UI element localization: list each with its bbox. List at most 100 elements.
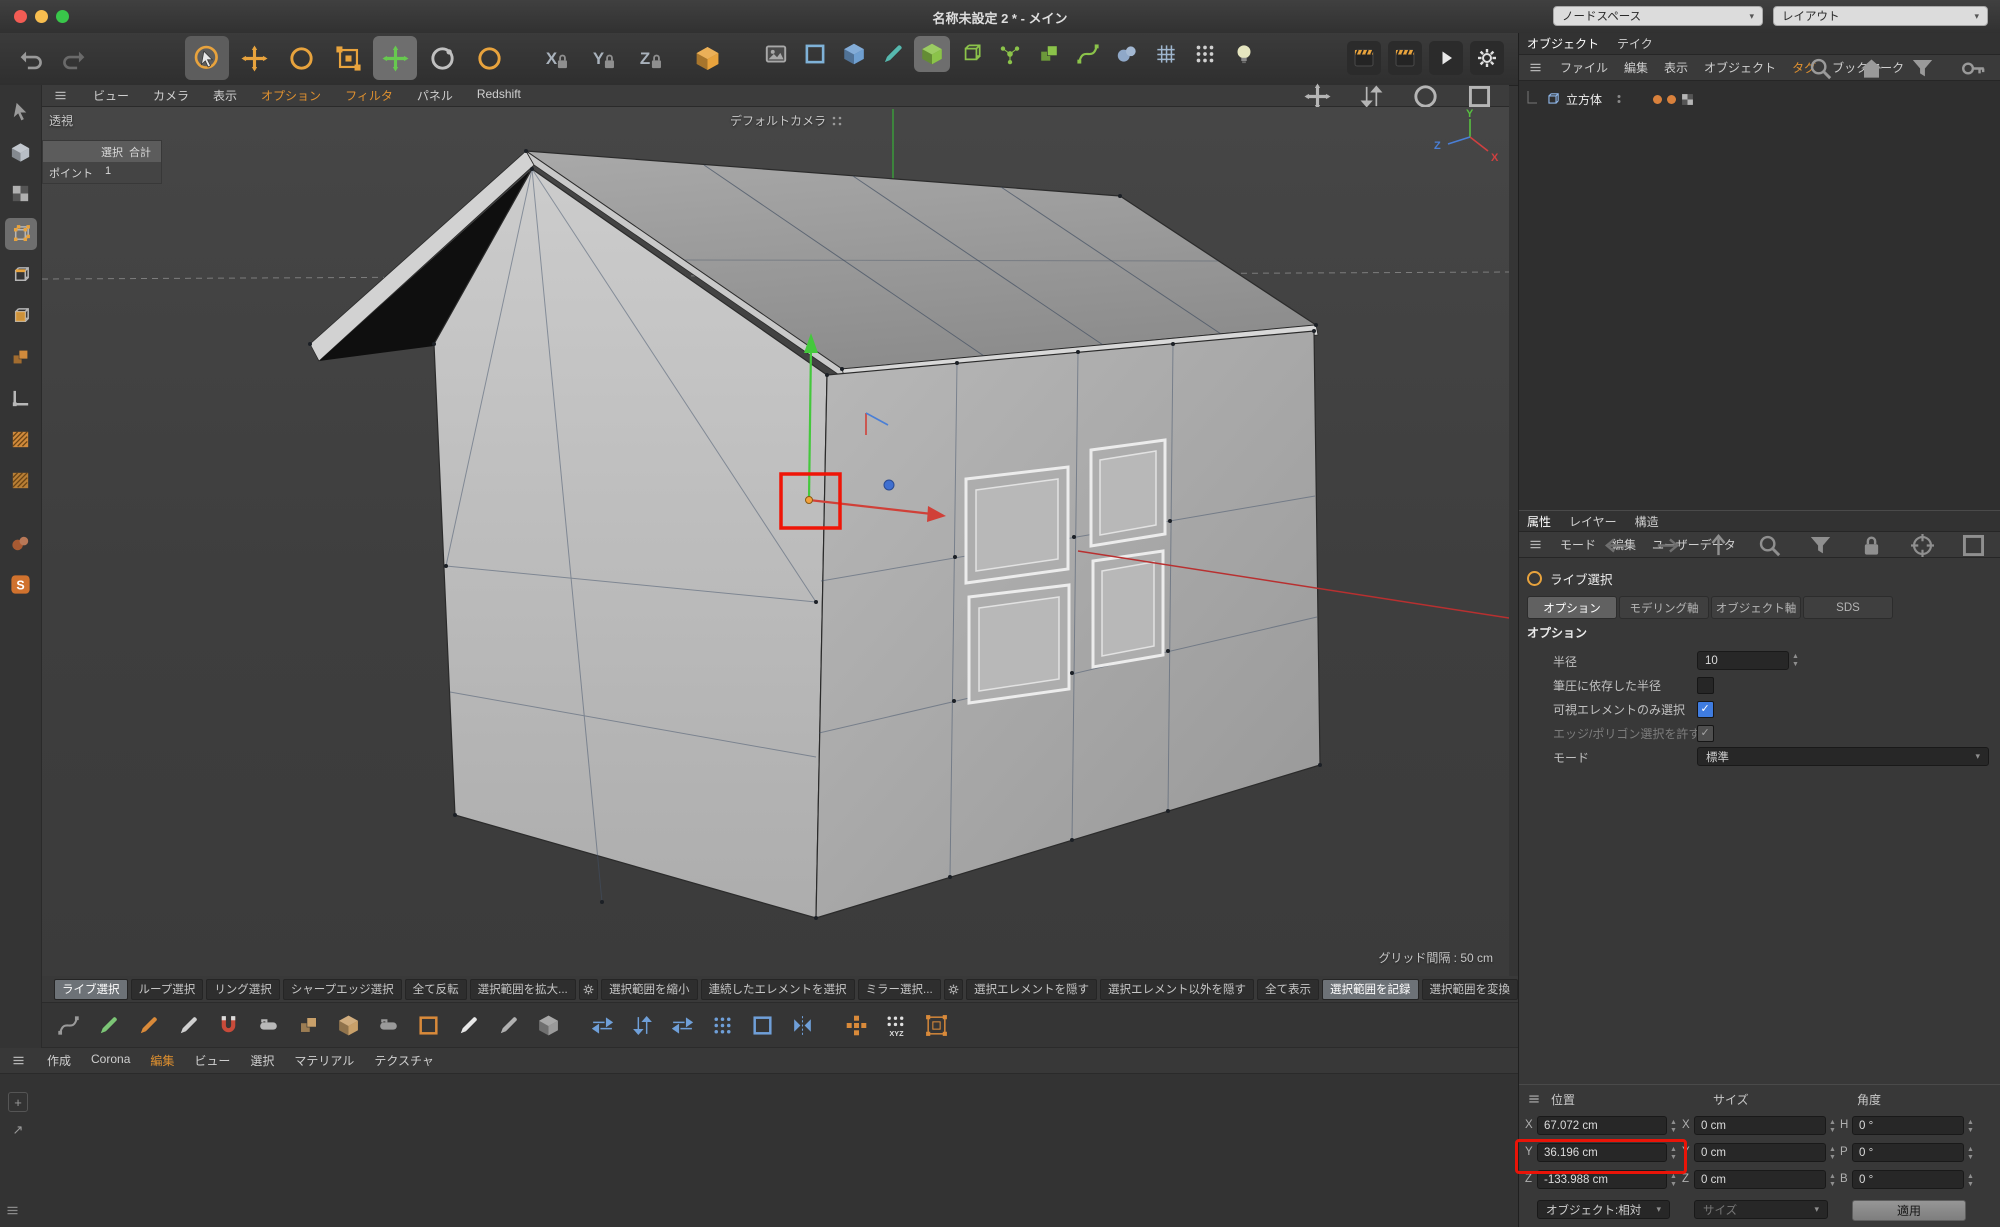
tab-options[interactable]: オプション [1527,596,1617,619]
menu-panel[interactable]: パネル [417,87,453,104]
live-selection-tool[interactable] [185,36,229,80]
om-view[interactable]: 表示 [1664,59,1688,76]
model-mode-button[interactable] [914,36,950,72]
size-z-input[interactable]: 0 cm [1694,1170,1826,1189]
pos-y-input[interactable]: 36.196 cm [1537,1143,1667,1162]
enable-axis-icon[interactable] [5,382,37,414]
menu-corona[interactable]: Corona [91,1052,130,1069]
close-hole-icon[interactable] [530,1007,566,1043]
am-up-icon[interactable] [1696,523,1740,567]
array-grid-button[interactable] [1148,36,1184,72]
edge-polygon-checkbox[interactable] [1697,725,1714,742]
am-newframe-icon[interactable] [1951,523,1995,567]
visibility-dots-icon[interactable] [1613,91,1625,107]
tab-objects[interactable]: オブジェクト [1527,35,1599,52]
matrix-extrude-icon[interactable] [410,1007,446,1043]
paint-brush-icon[interactable] [170,1007,206,1043]
menu-create[interactable]: 作成 [47,1052,71,1069]
tab-attributes[interactable]: 属性 [1527,513,1551,530]
lasso-tool[interactable] [467,36,511,80]
hide-unselected-button[interactable]: 選択エレメント以外を隠す [1100,979,1254,1000]
render-team-button[interactable] [1388,41,1422,75]
model-mode-icon[interactable] [5,136,37,168]
ring-selection-button[interactable]: リング選択 [206,979,280,1000]
scale-tool[interactable] [326,36,370,80]
add-material-button[interactable]: + [8,1092,28,1112]
hide-selected-button[interactable]: 選択エレメントを隠す [966,979,1097,1000]
object-mode-button[interactable] [953,36,989,72]
size-y-spinner[interactable]: ▲▼ [1829,1146,1836,1162]
play-button[interactable] [1429,41,1463,75]
rot-p-input[interactable]: 0 ° [1852,1143,1964,1162]
tab-object-axis[interactable]: オブジェクト軸 [1711,596,1801,619]
settings-gear-button[interactable] [1470,41,1504,75]
menu-filter[interactable]: フィルタ [345,87,393,104]
tab-sds[interactable]: SDS [1803,596,1893,619]
rot-b-spinner[interactable]: ▲▼ [1967,1173,1974,1189]
clay-brush-icon[interactable] [5,527,37,559]
polygon-pen-icon[interactable] [490,1007,526,1043]
size-z-spinner[interactable]: ▲▼ [1829,1173,1836,1189]
object-mode-dropdown[interactable]: オブジェクト:相対▾ [1537,1200,1670,1219]
3d-viewport[interactable]: Y X Z 透視 デフォルトカメラ 選択 合計 ポイント 1 グリッド間隔 : … [42,107,1509,976]
rot-h-input[interactable]: 0 ° [1852,1116,1964,1135]
hamburger-icon[interactable] [4,1202,21,1219]
menu-select[interactable]: 選択 [250,1052,274,1069]
pos-z-spinner[interactable]: ▲▼ [1670,1173,1677,1189]
menu-redshift[interactable]: Redshift [477,87,521,104]
am-lock-icon[interactable] [1849,523,1893,567]
pos-x-input[interactable]: 67.072 cm [1537,1116,1667,1135]
sculpt-pen-icon[interactable] [90,1007,126,1043]
radius-spinner[interactable]: ▲▼ [1792,653,1799,669]
transfer-icon[interactable] [584,1007,620,1043]
light-button[interactable] [1226,36,1262,72]
material-pen-button[interactable] [875,36,911,72]
pos-x-spinner[interactable]: ▲▼ [1670,1119,1677,1135]
grow-selection-button[interactable]: 選択範囲を拡大... [470,979,576,1000]
invert-all-button[interactable]: 全て反転 [405,979,467,1000]
render-settings-button[interactable] [836,36,872,72]
hamburger-icon[interactable] [1525,1090,1542,1107]
pos-y-spinner[interactable]: ▲▼ [1670,1146,1677,1162]
selection-settings-gear[interactable] [579,979,598,1000]
array-generator-button[interactable] [992,36,1028,72]
hamburger-icon[interactable] [1527,59,1544,76]
edges-mode-icon[interactable] [5,259,37,291]
knife-icon[interactable] [450,1007,486,1043]
rot-p-spinner[interactable]: ▲▼ [1967,1146,1974,1162]
record-selection-button[interactable]: 選択範囲を記録 [1322,979,1419,1000]
object-row-cube[interactable]: 立方体 [1525,89,1694,109]
am-search-icon[interactable] [1747,523,1791,567]
menu-view[interactable]: ビュー [93,87,129,104]
sharp-edge-selection-button[interactable]: シャープエッジ選択 [283,979,402,1000]
am-forward-icon[interactable] [1645,523,1689,567]
house-model[interactable] [308,149,1322,920]
material-tag-icon[interactable] [1667,95,1676,104]
convert-selection-button[interactable]: 選択範囲を変換 [1422,979,1519,1000]
menu-display[interactable]: 表示 [213,87,237,104]
render-region-button[interactable] [797,36,833,72]
iron-icon[interactable] [250,1007,286,1043]
mode-dropdown[interactable]: 標準▾ [1697,747,1989,766]
texture-mode-icon[interactable] [5,177,37,209]
menu-texture[interactable]: テクスチャ [374,1052,434,1069]
size-x-spinner[interactable]: ▲▼ [1829,1119,1836,1135]
xyz-grid-icon[interactable]: XYZ [878,1007,914,1043]
move-tool[interactable] [232,36,276,80]
axis-modify-tool[interactable] [373,36,417,80]
rot-b-input[interactable]: 0 ° [1852,1170,1964,1189]
align-icon[interactable] [624,1007,660,1043]
rot-h-spinner[interactable]: ▲▼ [1967,1119,1974,1135]
brushes-icon[interactable] [130,1007,166,1043]
am-back-icon[interactable] [1594,523,1638,567]
extrude-icon[interactable] [290,1007,326,1043]
redo-button[interactable] [54,40,92,78]
menu-edit[interactable]: 編集 [150,1052,174,1069]
visible-only-checkbox[interactable] [1697,701,1714,718]
tab-modeling-axis[interactable]: モデリング軸 [1619,596,1709,619]
menu-material[interactable]: マテリアル [294,1052,354,1069]
om-edit[interactable]: 編集 [1624,59,1648,76]
z-axis-lock-button[interactable]: Z [627,36,671,80]
size-mode-dropdown[interactable]: サイズ▾ [1694,1200,1828,1219]
spline-button[interactable] [1070,36,1106,72]
